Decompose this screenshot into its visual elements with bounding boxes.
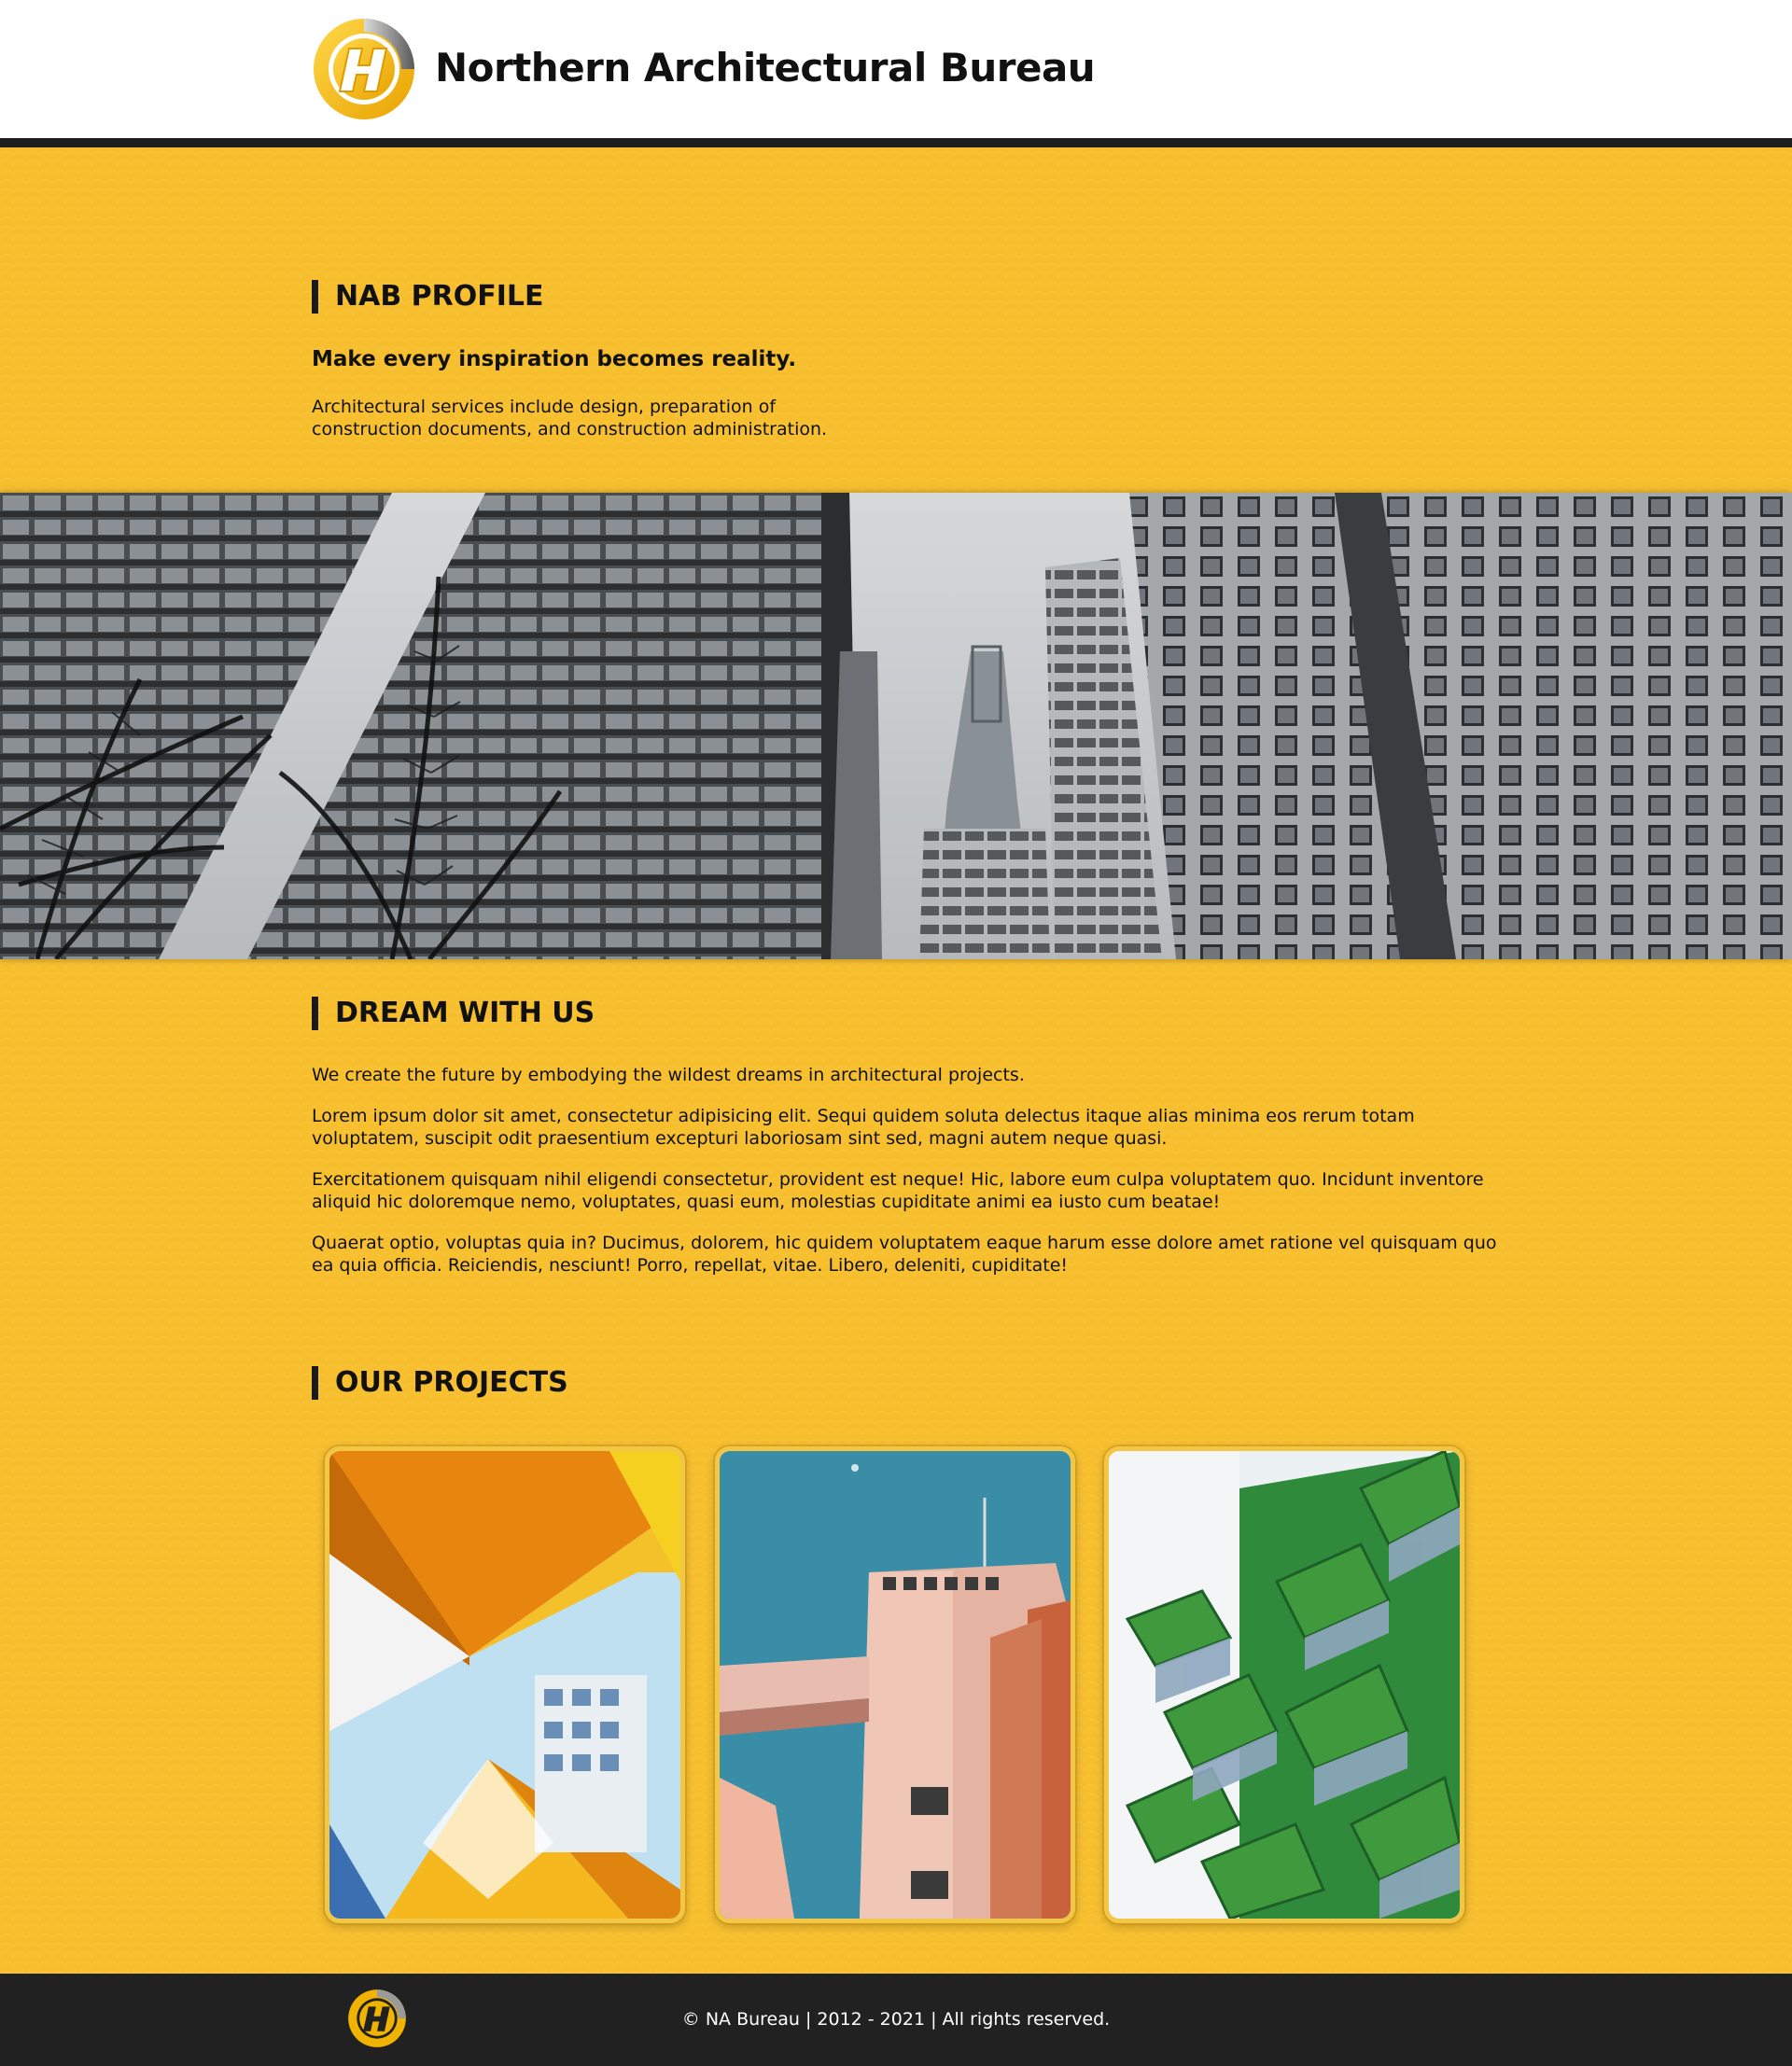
skyscrapers-photo <box>0 493 1792 959</box>
site-title[interactable]: Northern Architectural Bureau <box>435 45 1096 91</box>
pink-tower-photo <box>720 1451 1071 1919</box>
cube-houses-photo <box>329 1451 680 1919</box>
dream-paragraph: Exercitationem quisquam nihil eligendi c… <box>312 1169 1484 1212</box>
profile-description: Architectural services include design, p… <box>312 397 828 440</box>
footer-copyright: © NA Bureau | 2012 - 2021 | All rights r… <box>681 2009 1111 2030</box>
profile-section <box>0 147 1792 493</box>
hero-image <box>0 493 1792 959</box>
profile-heading: NAB PROFILE <box>312 280 544 314</box>
dream-heading: DREAM WITH US <box>312 997 595 1030</box>
dream-paragraph: We create the future by embodying the wi… <box>312 1065 1025 1085</box>
dream-paragraph: Lorem ipsum dolor sit amet, consectetur … <box>312 1106 1415 1149</box>
green-balconies-photo <box>1109 1451 1460 1919</box>
dream-paragraph: Quaerat optio, voluptas quia in? Ducimus… <box>312 1233 1497 1276</box>
profile-tagline: Make every inspiration becomes reality. <box>312 347 797 371</box>
project-card[interactable] <box>325 1446 685 1923</box>
nab-logo-icon[interactable] <box>312 17 416 121</box>
project-card[interactable] <box>715 1446 1075 1923</box>
projects-heading: OUR PROJECTS <box>312 1366 568 1400</box>
header-divider <box>0 138 1792 147</box>
project-card[interactable] <box>1104 1446 1464 1923</box>
